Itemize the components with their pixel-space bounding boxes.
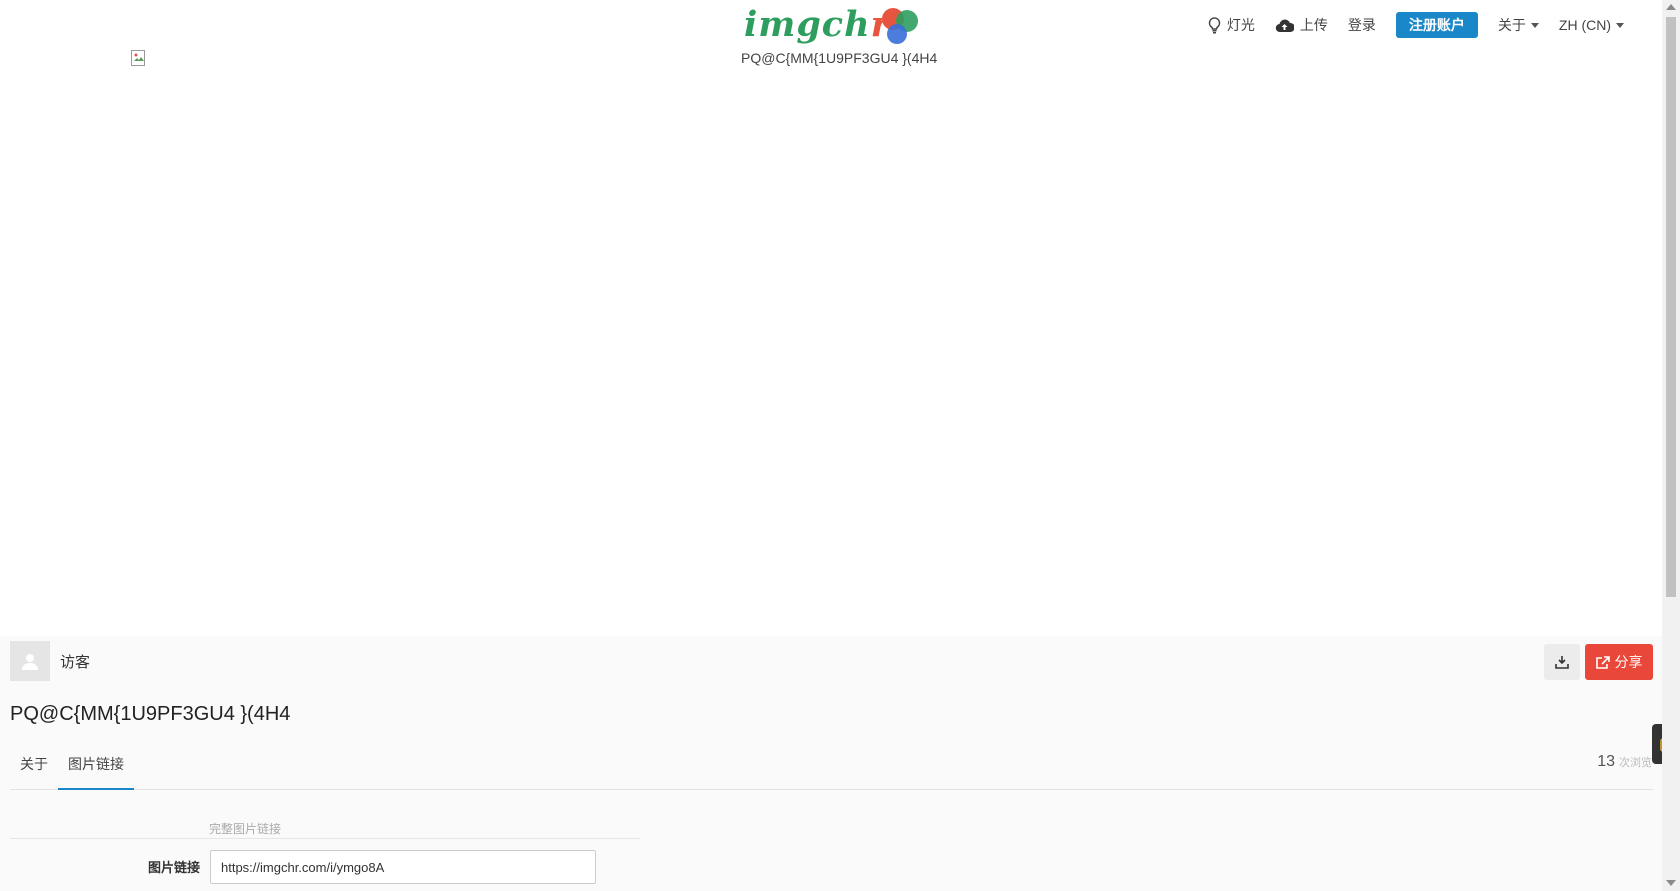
scroll-down-arrow-icon[interactable] bbox=[1666, 880, 1676, 886]
main-nav: 灯光 上传 登录 注册账户 关于 ZH (CN) bbox=[1198, 12, 1634, 38]
image-link-label: 图片链接 bbox=[147, 860, 200, 875]
view-counter: 13 次浏览 bbox=[1597, 753, 1652, 771]
caret-down-icon bbox=[1530, 22, 1539, 28]
download-button[interactable] bbox=[1544, 644, 1580, 680]
nav-light-label: 灯光 bbox=[1226, 17, 1255, 33]
caret-down-icon bbox=[1616, 22, 1624, 28]
tab-image-links[interactable]: 图片链接 bbox=[58, 744, 134, 790]
nav-about-dropdown[interactable]: 关于 bbox=[1488, 12, 1549, 38]
nav-about-label: 关于 bbox=[1497, 17, 1526, 33]
logo-text: imgchr bbox=[744, 4, 891, 45]
logo-circles-icon bbox=[882, 8, 918, 44]
view-count-label: 次浏览 bbox=[1619, 757, 1652, 769]
share-button[interactable]: 分享 bbox=[1585, 644, 1653, 680]
tab-about[interactable]: 关于 bbox=[10, 744, 58, 789]
nav-login[interactable]: 登录 bbox=[1338, 12, 1386, 38]
register-label: 注册账户 bbox=[1408, 17, 1465, 33]
site-logo[interactable]: imgchr bbox=[744, 4, 921, 46]
top-bar: imgchr 灯光 上传 登录 注册账户 关于 ZH (CN) bbox=[0, 0, 1662, 50]
nav-login-label: 登录 bbox=[1347, 17, 1376, 33]
language-label: ZH (CN) bbox=[1558, 17, 1611, 33]
scroll-up-arrow-icon[interactable] bbox=[1666, 4, 1676, 10]
download-icon bbox=[1555, 656, 1569, 669]
image-alt-text: PQ@C{MM{1U9PF3GU4 }(4H4 bbox=[741, 50, 938, 66]
page-title: PQ@C{MM{1U9PF3GU4 }(4H4 bbox=[10, 703, 291, 725]
register-button[interactable]: 注册账户 bbox=[1395, 12, 1478, 38]
nav-upload-label: 上传 bbox=[1299, 17, 1328, 33]
image-link-field[interactable]: https://imgchr.com/i/ymgo8A bbox=[210, 850, 596, 884]
share-label: 分享 bbox=[1614, 654, 1643, 670]
section-label-full-link: 完整图片链接 bbox=[209, 822, 282, 836]
view-count: 13 bbox=[1597, 753, 1615, 770]
broken-image-icon bbox=[131, 50, 145, 66]
user-silhouette-icon bbox=[22, 654, 38, 670]
cloud-upload-icon bbox=[1275, 19, 1294, 32]
tab-bar: 关于 图片链接 bbox=[10, 744, 1653, 790]
lightbulb-icon bbox=[1208, 16, 1221, 33]
avatar[interactable] bbox=[10, 641, 50, 681]
share-icon bbox=[1595, 655, 1610, 669]
language-dropdown[interactable]: ZH (CN) bbox=[1549, 12, 1634, 38]
section-divider bbox=[10, 838, 640, 839]
scrollbar-thumb[interactable] bbox=[1666, 17, 1676, 597]
owner-name[interactable]: 访客 bbox=[60, 651, 90, 672]
nav-upload[interactable]: 上传 bbox=[1265, 12, 1338, 38]
nav-light-toggle[interactable]: 灯光 bbox=[1198, 12, 1265, 38]
